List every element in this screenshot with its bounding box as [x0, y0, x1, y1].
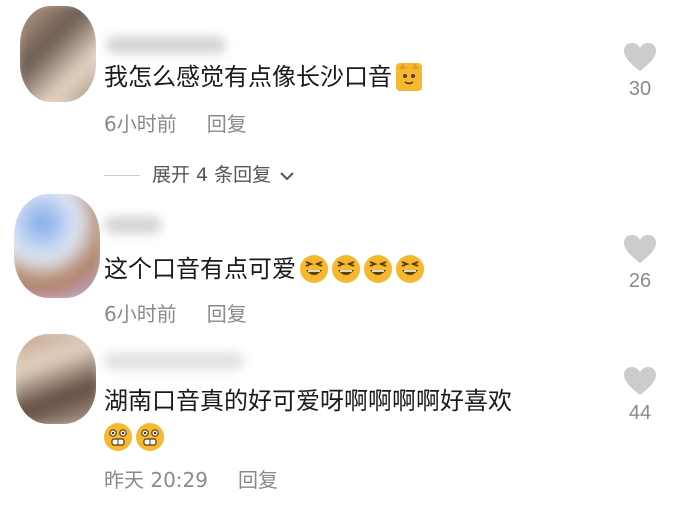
- laughing-emoji-icon: [396, 255, 424, 283]
- chevron-down-icon: [280, 171, 294, 180]
- comment-emojis: [100, 422, 164, 452]
- avatar[interactable]: [20, 6, 96, 102]
- comment-text-content: 这个口音有点可爱: [104, 255, 296, 283]
- comment-text-content: 湖南口音真的好可爱呀啊啊啊啊好喜欢: [104, 387, 512, 415]
- username-blurred[interactable]: [106, 36, 226, 54]
- username-blurred[interactable]: [104, 216, 162, 234]
- laughing-emoji-icon: [364, 255, 392, 283]
- grinning-emoji-icon: [104, 423, 132, 451]
- username-blurred[interactable]: [104, 352, 244, 370]
- reply-button[interactable]: 回复: [207, 112, 247, 136]
- reply-button[interactable]: 回复: [207, 302, 247, 326]
- like-count: 30: [628, 78, 652, 100]
- like-button[interactable]: 30: [620, 42, 660, 101]
- like-button[interactable]: 26: [620, 234, 660, 293]
- reply-button[interactable]: 回复: [238, 468, 278, 492]
- comment-meta: 6小时前 回复: [104, 298, 247, 327]
- expand-replies-label: 展开 4 条回复: [152, 164, 272, 186]
- expand-replies-button[interactable]: 展开 4 条回复: [104, 160, 295, 187]
- like-count: 44: [628, 402, 652, 424]
- heart-icon: [624, 43, 656, 71]
- heart-icon: [624, 367, 656, 395]
- laughing-emoji-icon: [300, 255, 328, 283]
- comment-text-content: 我怎么感觉有点像长沙口音: [104, 63, 392, 91]
- divider: [104, 175, 140, 176]
- avatar[interactable]: [14, 194, 100, 298]
- comment-time: 6小时前: [104, 302, 177, 326]
- cat-emoji-icon: [396, 63, 422, 91]
- heart-icon: [624, 235, 656, 263]
- comment-text: 我怎么感觉有点像长沙口音: [104, 62, 422, 92]
- comment-time: 6小时前: [104, 112, 177, 136]
- comment-meta: 昨天 20:29 回复: [104, 464, 278, 493]
- comment-time: 昨天 20:29: [104, 468, 208, 492]
- comment-text: 湖南口音真的好可爱呀啊啊啊啊好喜欢: [104, 386, 512, 416]
- like-button[interactable]: 44: [620, 366, 660, 425]
- comment-meta: 6小时前 回复: [104, 108, 247, 137]
- like-count: 26: [628, 270, 652, 292]
- comment-text: 这个口音有点可爱: [104, 254, 424, 284]
- grinning-emoji-icon: [136, 423, 164, 451]
- laughing-emoji-icon: [332, 255, 360, 283]
- avatar[interactable]: [16, 334, 96, 424]
